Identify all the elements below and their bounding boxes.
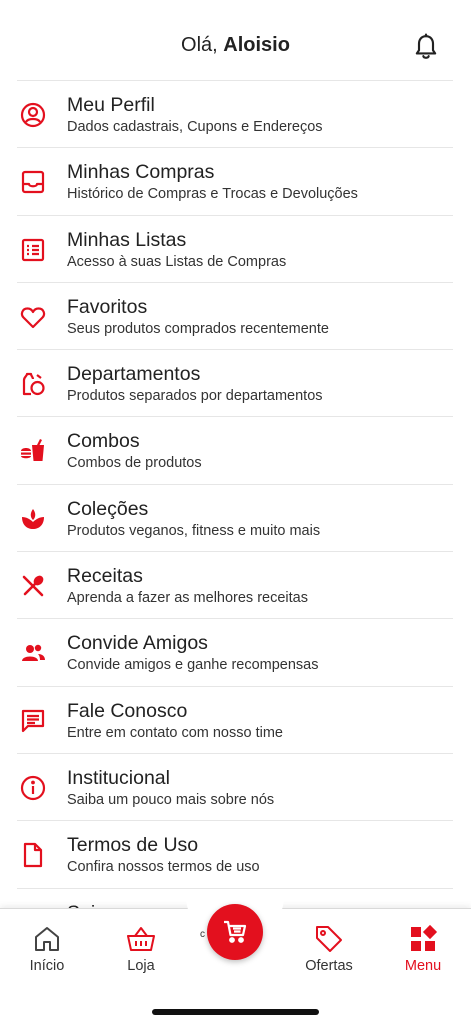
menu-item-title: Combos: [67, 430, 140, 453]
menu-item-minhas-compras[interactable]: Minhas Compras Histórico de Compras e Tr…: [17, 147, 453, 214]
cart-indicator: c: [200, 929, 205, 940]
nav-label: Início: [29, 958, 65, 974]
menu-item-colecoes[interactable]: Coleções Produtos veganos, fitness e mui…: [17, 483, 453, 551]
list-icon: [21, 238, 45, 261]
info-icon: [20, 775, 46, 801]
menu-item-title: Termos de Uso: [67, 834, 199, 857]
menu-item-combos[interactable]: Combos Combos de produtos: [17, 416, 453, 483]
grid-menu-icon: [411, 924, 438, 951]
cart-icon: [224, 920, 247, 943]
menu-list: Meu Perfil Dados cadastrais, Cupons e En…: [17, 80, 453, 888]
menu-item-title: Minhas Listas: [67, 228, 187, 251]
home-icon: [35, 927, 59, 951]
nav-label: Menu: [404, 958, 442, 974]
menu-item-departamentos[interactable]: Departamentos Produtos separados por dep…: [17, 349, 453, 416]
greeting-prefix: Olá,: [181, 34, 218, 56]
menu-item-title: Convide Amigos: [67, 632, 208, 655]
inbox-tray-icon: [21, 171, 45, 194]
menu-item-subtitle: Saiba um pouco mais sobre nós: [67, 791, 275, 808]
menu-item-termos-de-uso[interactable]: Termos de Uso Confira nossos termos de u…: [17, 820, 453, 887]
document-icon: [23, 843, 43, 868]
menu-item-subtitle: Histórico de Compras e Trocas e Devoluçõ…: [67, 186, 358, 203]
nav-menu[interactable]: Menu: [383, 923, 463, 983]
basket-icon: [127, 927, 155, 951]
menu-item-title: Departamentos: [67, 363, 201, 386]
menu-item-title: Receitas: [67, 565, 143, 588]
menu-item-subtitle: Dados cadastrais, Cupons e Endereços: [67, 119, 323, 135]
bottom-nav: Início Loja c Ofertas Menu: [0, 897, 471, 1024]
menu-item-subtitle: Produtos veganos, fitness e muito mais: [67, 522, 321, 539]
nav-label: Loja: [127, 958, 155, 974]
greeting: Olá, Aloisio: [0, 34, 471, 57]
header: Olá, Aloisio: [0, 0, 471, 80]
menu-item-institucional[interactable]: Institucional Saiba um pouco mais sobre …: [17, 752, 453, 820]
menu-item-title: Meu Perfil: [67, 94, 155, 116]
nav-loja[interactable]: Loja: [101, 923, 181, 983]
tag-icon: [316, 926, 342, 952]
menu-item-receitas[interactable]: Receitas Aprenda a fazer as melhores rec…: [17, 551, 453, 618]
chat-icon: [21, 709, 45, 732]
nav-ofertas[interactable]: Ofertas: [289, 923, 369, 983]
menu-item-convide-amigos[interactable]: Convide Amigos Convide amigos e ganhe re…: [17, 618, 453, 685]
menu-item-subtitle: Convide amigos e ganhe recompensas: [67, 657, 319, 674]
menu-item-fale-conosco[interactable]: Fale Conosco Entre em contato com nosso …: [17, 685, 453, 753]
home-indicator: [152, 1009, 319, 1015]
menu-item-title: Favoritos: [67, 295, 148, 318]
nav-inicio[interactable]: Início: [7, 923, 87, 983]
menu-item-subtitle: Entre em contato com nosso time: [67, 724, 283, 741]
user-name: Aloisio: [223, 34, 290, 56]
menu-item-subtitle: Combos de produtos: [67, 455, 202, 472]
menu-item-subtitle: Acesso à suas Listas de Compras: [67, 253, 287, 270]
cart-button[interactable]: [207, 904, 263, 960]
menu-item-subtitle: Produtos separados por departamentos: [67, 388, 323, 405]
menu-item-title: Minhas Compras: [67, 161, 215, 184]
combo-food-icon: [21, 439, 44, 462]
heart-icon: [20, 307, 46, 328]
menu-item-minhas-listas[interactable]: Minhas Listas Acesso à suas Listas de Co…: [17, 214, 453, 282]
people-icon: [22, 645, 45, 662]
leaf-drop-icon: [22, 508, 44, 529]
user-circle-icon: [20, 102, 46, 128]
menu-item-subtitle: Seus produtos comprados recentemente: [67, 320, 329, 337]
nav-label: Ofertas: [305, 958, 353, 974]
menu-item-title: Institucional: [67, 766, 170, 789]
menu-item-title: Fale Conosco: [67, 699, 188, 722]
utensils-icon: [22, 575, 44, 597]
bell-icon[interactable]: [413, 33, 439, 61]
menu-item-subtitle: Aprenda a fazer as melhores receitas: [67, 590, 308, 607]
menu-item-meu-perfil[interactable]: Meu Perfil Dados cadastrais, Cupons e En…: [17, 80, 453, 147]
menu-item-title: Coleções: [67, 497, 149, 520]
departments-icon: [22, 373, 45, 396]
menu-item-favoritos[interactable]: Favoritos Seus produtos comprados recent…: [17, 281, 453, 349]
menu-item-subtitle: Confira nossos termos de uso: [67, 859, 260, 876]
